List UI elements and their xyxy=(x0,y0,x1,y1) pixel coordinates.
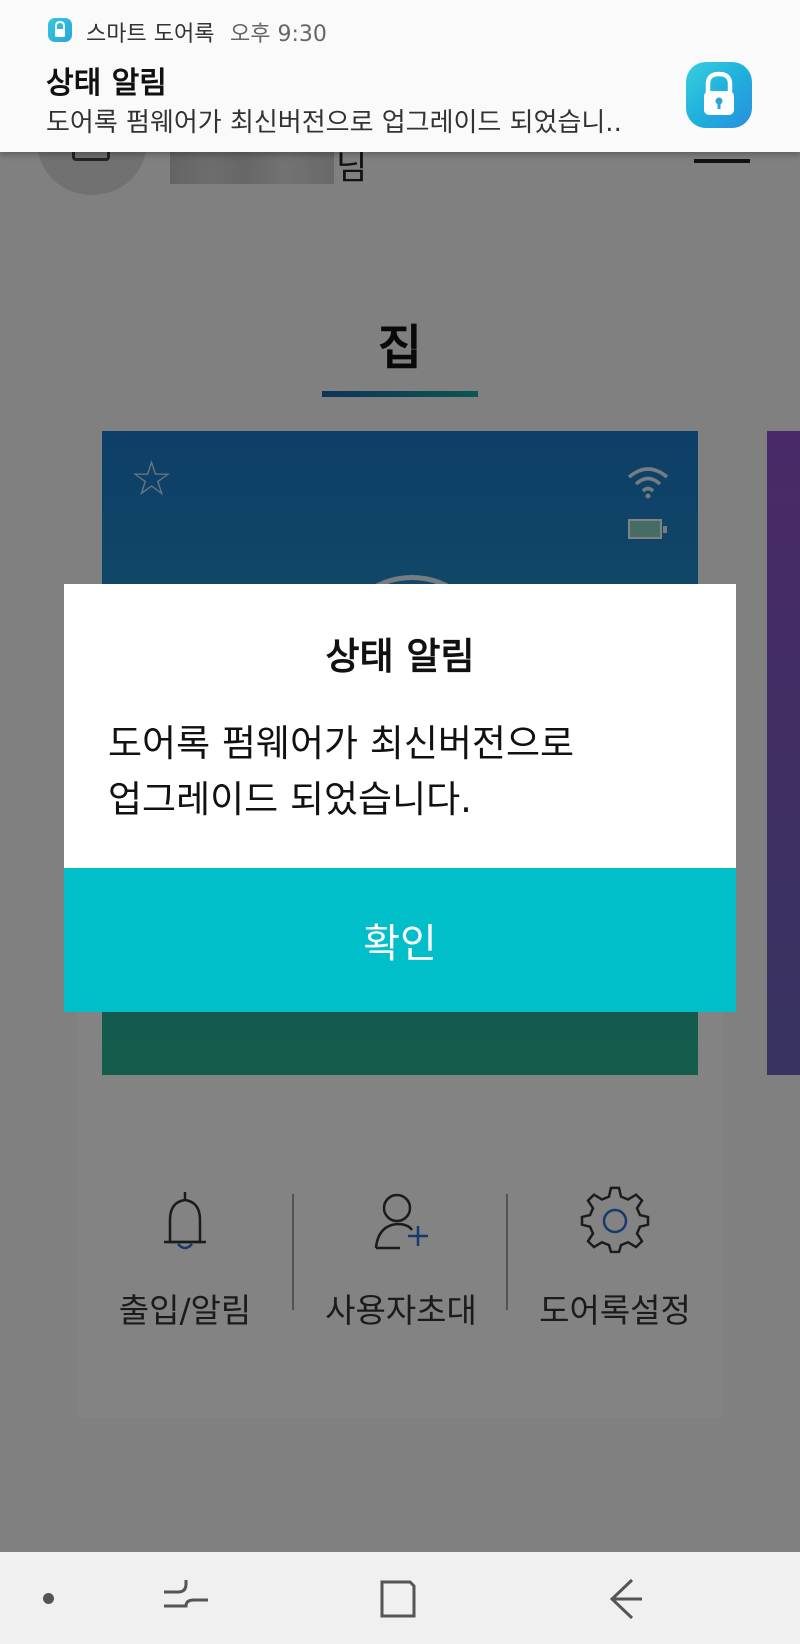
dialog-message-line: 업그레이드 되었습니다. xyxy=(108,778,472,821)
notification-body: 도어록 펌웨어가 최신버전으로 업그레이드 되었습니.. xyxy=(46,108,622,138)
lock-icon xyxy=(686,62,752,128)
dialog-title: 상태 알림 xyxy=(325,635,475,678)
screen: 님 집 ☆ 출입/알림 사용자초대 도어록설정 스마트 도어록 오후 9:30 … xyxy=(0,0,800,1644)
notification-time: 오후 9:30 xyxy=(230,22,327,47)
dialog-message: 도어록 펌웨어가 최신버전으로 업그레이드 되었습니다. xyxy=(108,716,696,828)
notification-app-name: 스마트 도어록 xyxy=(86,22,215,47)
status-notification[interactable]: 스마트 도어록 오후 9:30 상태 알림 도어록 펌웨어가 최신버전으로 업그… xyxy=(0,0,800,152)
notification-title: 상태 알림 xyxy=(46,66,167,101)
system-nav-bar xyxy=(0,1552,800,1644)
lock-app-icon xyxy=(48,18,72,42)
home-icon[interactable] xyxy=(368,1572,428,1626)
dialog-message-line: 도어록 펌웨어가 최신버전으로 xyxy=(108,722,575,765)
confirm-button[interactable]: 확인 xyxy=(64,868,736,1012)
recent-apps-icon[interactable] xyxy=(156,1572,216,1626)
status-dialog: 상태 알림 도어록 펌웨어가 최신버전으로 업그레이드 되었습니다. 확인 xyxy=(64,584,736,1012)
back-icon[interactable] xyxy=(592,1572,652,1626)
nav-dot-indicator xyxy=(43,1593,54,1604)
